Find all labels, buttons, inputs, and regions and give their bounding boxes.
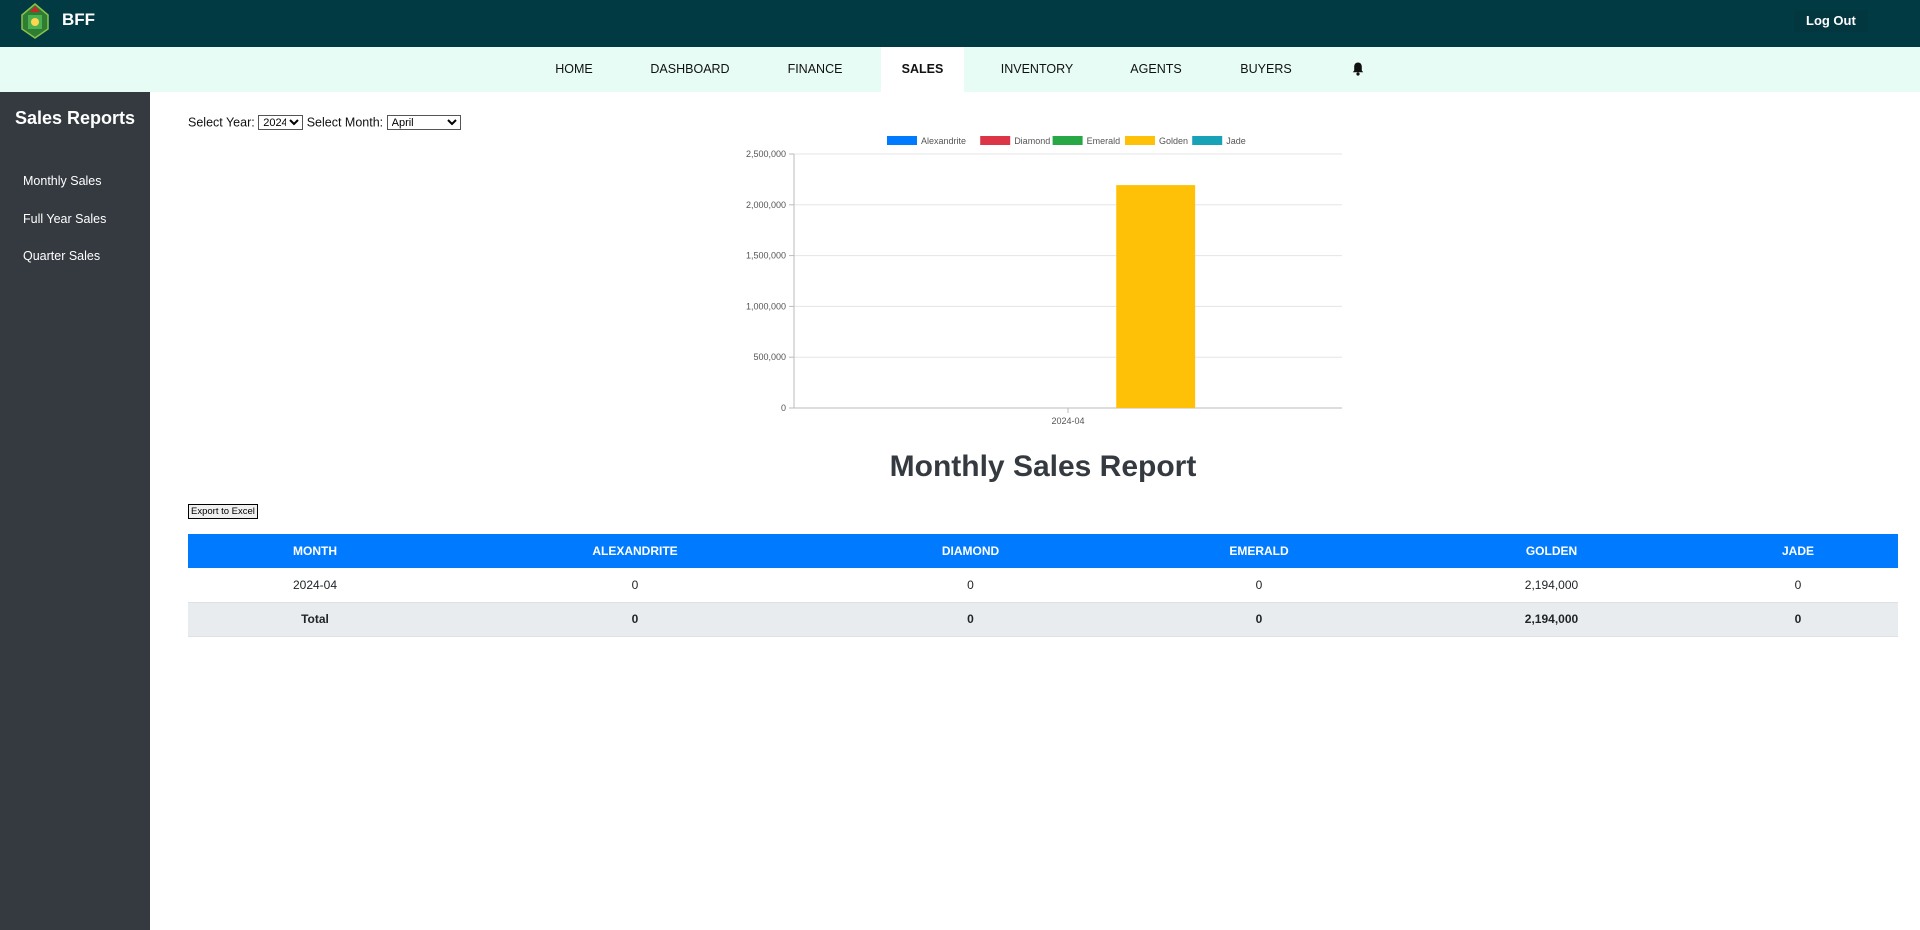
legend-label-alexandrite: Alexandrite: [921, 136, 966, 146]
nav-dashboard[interactable]: DASHBOARD: [640, 47, 740, 92]
nav-inventory[interactable]: INVENTORY: [990, 47, 1084, 92]
legend-swatch-golden: [1125, 136, 1155, 145]
nav-home[interactable]: HOME: [540, 47, 608, 92]
legend-swatch-emerald: [1052, 136, 1083, 145]
table-cell: 2,194,000: [1405, 568, 1698, 603]
y-tick-label: 2,500,000: [746, 149, 786, 159]
sidebar-item-monthly-sales[interactable]: Monthly Sales: [23, 174, 102, 188]
table-cell: 0: [442, 602, 828, 637]
top-bar: BFF Log Out: [0, 0, 1920, 47]
brand-name: BFF: [62, 10, 96, 29]
nav-finance[interactable]: FINANCE: [776, 47, 854, 92]
bell-icon[interactable]: [1350, 61, 1366, 77]
nav-buyers[interactable]: BUYERS: [1228, 47, 1304, 92]
table-cell: 2024-04: [188, 568, 442, 603]
month-select[interactable]: April: [386, 115, 461, 131]
y-tick-label: 1,500,000: [746, 251, 786, 261]
main-nav: HOME DASHBOARD FINANCE SALES INVENTORY A…: [0, 47, 1920, 92]
table-cell: 0: [442, 568, 828, 603]
legend-label-diamond: Diamond: [1014, 136, 1050, 146]
table-cell: 0: [1698, 602, 1898, 637]
table-cell: 2,194,000: [1405, 602, 1698, 637]
nav-sales[interactable]: SALES: [881, 47, 964, 92]
sales-chart: 2,500,000 2,000,000 1,500,000 1,000,000 500,…: [746, 136, 1342, 426]
sidebar: Sales Reports Monthly Sales Full Year Sa…: [0, 92, 150, 930]
legend-label-jade: Jade: [1226, 136, 1246, 146]
export-excel-button[interactable]: Export to Excel: [188, 504, 258, 519]
legend-swatch-alexandrite: [887, 136, 917, 145]
year-label: Select Year:: [188, 115, 255, 130]
column-header: MONTH: [188, 534, 442, 568]
legend-label-emerald: Emerald: [1087, 136, 1121, 146]
logout-button[interactable]: Log Out: [1794, 10, 1868, 32]
table-total-row: Total 0 0 0 2,194,000 0: [188, 602, 1898, 637]
y-tick-label: 500,000: [753, 352, 786, 362]
table-header-row: MONTH ALEXANDRITE DIAMOND EMERALD GOLDEN…: [188, 534, 1898, 568]
column-header: GOLDEN: [1405, 534, 1698, 568]
legend-label-golden: Golden: [1159, 136, 1188, 146]
y-tick-label: 0: [781, 403, 786, 413]
y-tick-label: 1,000,000: [746, 301, 786, 311]
legend-swatch-diamond: [980, 136, 1011, 145]
table-cell: 0: [828, 602, 1113, 637]
column-header: JADE: [1698, 534, 1898, 568]
report-title: Monthly Sales Report: [889, 450, 1197, 483]
year-select[interactable]: 2024: [258, 115, 304, 131]
logo-icon: [21, 3, 49, 39]
table-row: 2024-04 0 0 0 2,194,000 0: [188, 568, 1898, 603]
month-label: Select Month:: [306, 115, 384, 130]
column-header: ALEXANDRITE: [442, 534, 828, 568]
column-header: EMERALD: [1113, 534, 1405, 568]
y-tick-label: 2,000,000: [746, 200, 786, 210]
x-tick-label: 2024-04: [1051, 416, 1084, 426]
table-cell: 0: [1113, 568, 1405, 603]
sidebar-item-quarter-sales[interactable]: Quarter Sales: [23, 249, 100, 263]
table-cell: 0: [1698, 568, 1898, 603]
table-cell: Total: [188, 602, 442, 637]
table-cell: 0: [828, 568, 1113, 603]
bar-golden: [1116, 185, 1196, 408]
sales-table: MONTH ALEXANDRITE DIAMOND EMERALD GOLDEN…: [188, 534, 1898, 637]
sidebar-item-full-year-sales[interactable]: Full Year Sales: [23, 212, 106, 226]
sidebar-title: Sales Reports: [14, 108, 136, 128]
table-cell: 0: [1113, 602, 1405, 637]
legend-swatch-jade: [1192, 136, 1223, 145]
column-header: DIAMOND: [828, 534, 1113, 568]
filters: Select Year: 2024 Select Month: April: [188, 115, 461, 131]
nav-agents[interactable]: AGENTS: [1118, 47, 1194, 92]
